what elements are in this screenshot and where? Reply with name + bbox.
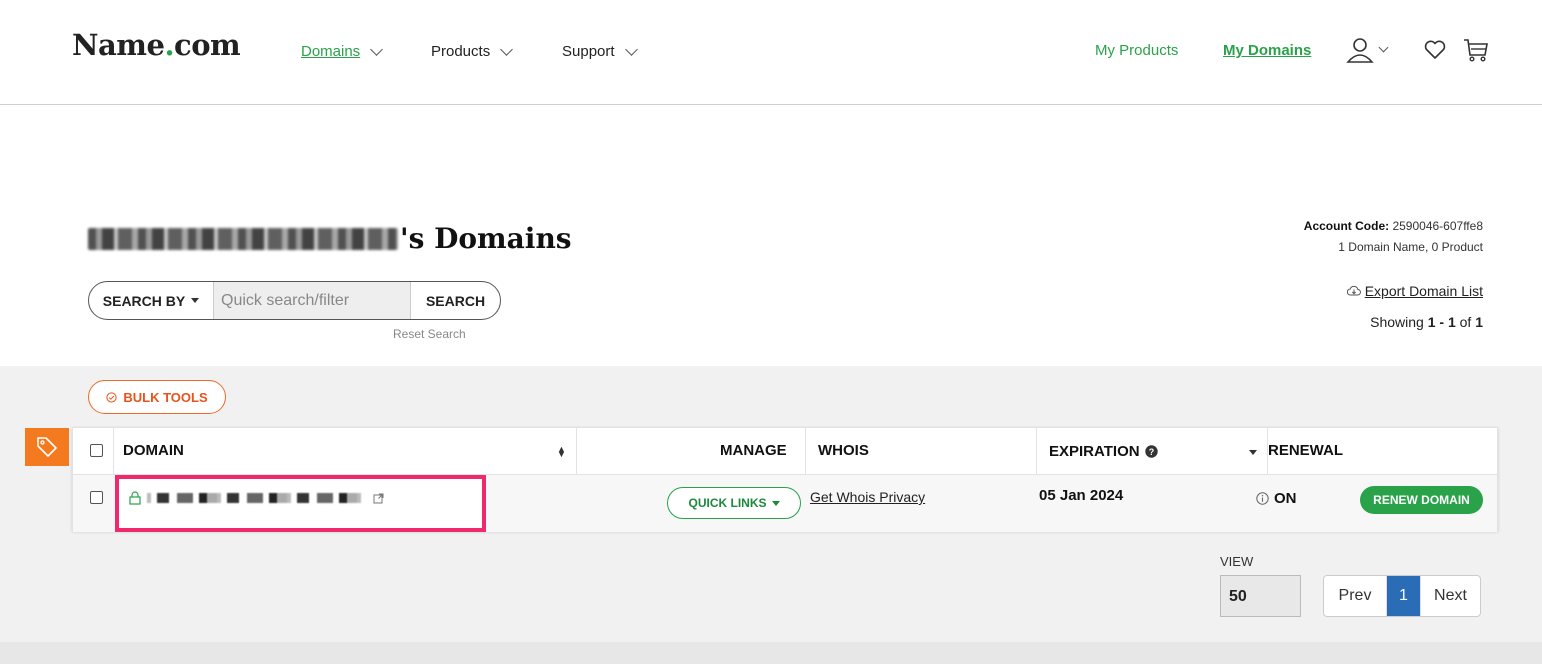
select-all-checkbox[interactable]: [90, 444, 103, 457]
sort-icon[interactable]: ▲ ▼: [557, 445, 566, 459]
search-bar: SEARCH BY SEARCH: [88, 281, 501, 320]
my-domains-link[interactable]: My Domains: [1223, 42, 1311, 59]
name-com-logo[interactable]: Name.com: [72, 28, 241, 62]
column-divider: [805, 428, 806, 474]
row-select-checkbox[interactable]: [90, 491, 103, 504]
pagination: Prev 1 Next: [1323, 575, 1481, 617]
nav-products[interactable]: Products: [431, 42, 514, 60]
cloud-download-icon: [1346, 285, 1361, 296]
column-header-manage: MANAGE: [720, 442, 787, 459]
domain-name-link[interactable]: [129, 491, 384, 505]
bulk-tools-button[interactable]: BULK TOOLS: [88, 380, 226, 414]
my-products-link[interactable]: My Products: [1095, 42, 1178, 59]
domains-table: DOMAIN ▲ ▼ MANAGE WHOIS EXPIRATION ? RENE…: [72, 427, 1498, 532]
expiration-date: 05 Jan 2024: [1039, 487, 1124, 504]
caret-down-icon: [191, 298, 200, 303]
footer-band: [0, 642, 1542, 664]
column-header-domain[interactable]: DOMAIN: [123, 442, 184, 459]
column-divider: [576, 428, 577, 474]
nav-support-label: Support: [562, 43, 615, 60]
auto-renew-status[interactable]: ON: [1256, 490, 1297, 507]
export-domain-list-link[interactable]: Export Domain List: [1346, 283, 1483, 299]
column-header-renewal: RENEWAL: [1268, 442, 1343, 459]
redacted-domain-name: [147, 493, 367, 503]
next-page-button[interactable]: Next: [1420, 576, 1480, 616]
account-menu-button[interactable]: [1346, 36, 1389, 64]
user-icon: [1346, 38, 1374, 63]
chevron-down-icon: [1378, 42, 1389, 53]
external-link-icon[interactable]: [373, 493, 384, 504]
domain-cell-highlighted: [115, 475, 486, 532]
top-navigation: Name.com Domains Products Support My Pro…: [0, 0, 1542, 105]
column-header-whois: WHOIS: [818, 442, 869, 459]
wishlist-button[interactable]: [1424, 40, 1446, 60]
page-title: 's Domains: [88, 222, 572, 255]
search-by-dropdown[interactable]: SEARCH BY: [89, 282, 213, 319]
lock-icon: [129, 491, 141, 505]
column-divider: [1036, 428, 1037, 474]
svg-text:?: ?: [1148, 447, 1154, 457]
quick-links-button[interactable]: QUICK LINKS: [667, 487, 801, 519]
tag-filter-button[interactable]: [25, 428, 69, 466]
renew-domain-button[interactable]: RENEW DOMAIN: [1360, 486, 1483, 514]
reset-search-link[interactable]: Reset Search: [393, 327, 466, 341]
nav-support[interactable]: Support: [562, 42, 638, 60]
current-page-button[interactable]: 1: [1387, 576, 1420, 616]
nav-domains[interactable]: Domains: [301, 42, 384, 60]
search-input[interactable]: [213, 282, 411, 319]
prev-page-button[interactable]: Prev: [1324, 576, 1387, 616]
chevron-down-icon: [370, 42, 384, 56]
get-whois-privacy-link[interactable]: Get Whois Privacy: [810, 489, 925, 505]
tag-icon: [37, 437, 57, 457]
help-icon[interactable]: ?: [1144, 445, 1158, 458]
sort-dropdown-icon[interactable]: [1249, 450, 1257, 455]
heart-icon: [1424, 40, 1446, 59]
nav-domains-label: Domains: [301, 43, 361, 60]
account-info: Account Code: 2590046-607ffe8 1 Domain N…: [1303, 219, 1483, 254]
column-header-expiration[interactable]: EXPIRATION ?: [1049, 443, 1158, 460]
search-button[interactable]: SEARCH: [411, 282, 500, 319]
view-label: VIEW: [1220, 554, 1254, 569]
showing-count: Showing 1 - 1 of 1: [1370, 314, 1483, 330]
check-circle-icon: [106, 391, 117, 403]
page-size-select[interactable]: 50: [1220, 575, 1301, 617]
chevron-down-icon: [500, 42, 514, 56]
redacted-account-email: [88, 227, 398, 250]
cart-icon: [1464, 39, 1488, 62]
nav-products-label: Products: [431, 43, 491, 60]
cart-button[interactable]: [1463, 37, 1489, 63]
info-icon: [1256, 492, 1269, 505]
column-divider: [113, 428, 114, 474]
caret-down-icon: [771, 500, 780, 506]
table-header: DOMAIN ▲ ▼ MANAGE WHOIS EXPIRATION ? RENE…: [73, 428, 1497, 474]
chevron-down-icon: [624, 42, 638, 56]
